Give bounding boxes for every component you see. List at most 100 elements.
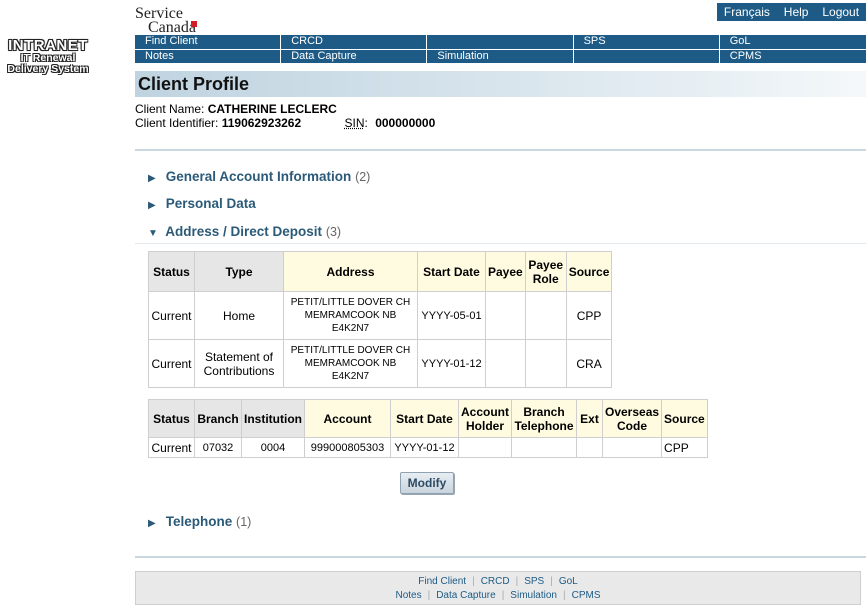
menu-sps[interactable]: SPS <box>574 35 720 49</box>
cell-start-date: YYYY-01-12 <box>417 339 486 388</box>
logout-link[interactable]: Logout <box>822 3 859 21</box>
cell-overseas-code <box>601 437 663 458</box>
sin-colon: : <box>364 116 368 130</box>
address-line-3: E4K2N7 <box>331 371 370 382</box>
cell-account-holder <box>458 437 512 458</box>
footer-cpms[interactable]: CPMS <box>572 590 601 601</box>
section-personal-data[interactable]: ▶ Personal Data <box>148 196 256 211</box>
cell-branch-telephone <box>511 437 577 458</box>
intranet-logo-title: INTRANET <box>8 37 88 54</box>
intranet-logo-line3: Delivery System <box>7 63 89 75</box>
footer-row-2: Notes | Data Capture | Simulation | CPMS <box>136 589 860 603</box>
client-info: Client Name: CATHERINE LECLERC Client Id… <box>135 102 435 130</box>
menu-simulation[interactable]: Simulation <box>427 50 574 63</box>
address-line-1: PETIT/LITTLE DOVER CH <box>290 297 411 308</box>
col-payee: Payee <box>485 251 526 292</box>
menu-data-capture[interactable]: Data Capture <box>281 50 428 63</box>
collapse-arrow-icon: ▼ <box>148 228 158 239</box>
footer-data-capture[interactable]: Data Capture <box>436 590 495 601</box>
cell-address: PETIT/LITTLE DOVER CH MEMRAMCOOK NB E4K2… <box>283 291 418 340</box>
sin-label: SIN <box>344 116 365 130</box>
section-address-count: (3) <box>325 225 342 239</box>
footer-separator: | <box>501 590 505 601</box>
menu-notes[interactable]: Notes <box>135 50 282 63</box>
col-source: Source <box>661 399 708 438</box>
section-personal-label: Personal Data <box>165 196 256 211</box>
cell-payee <box>485 339 526 388</box>
menu-crcd[interactable]: CRCD <box>281 35 428 49</box>
section-general-account[interactable]: ▶ General Account Information (2) <box>148 169 370 184</box>
expand-arrow-icon: ▶ <box>148 518 156 529</box>
footer-crcd[interactable]: CRCD <box>481 576 510 587</box>
main-menu-row-1: Find Client CRCD SPS GoL <box>135 35 866 49</box>
col-overseas-code: Overseas Code <box>601 399 663 438</box>
expand-arrow-icon: ▶ <box>148 173 156 184</box>
cell-source: CPP <box>565 291 613 340</box>
sin-value: 000000000 <box>375 116 436 130</box>
col-start-date: Start Date <box>417 251 486 292</box>
client-id: 119062923262 <box>221 116 302 130</box>
footer-row-1: Find Client | CRCD | SPS | GoL <box>136 575 860 589</box>
main-menu-row-2: Notes Data Capture Simulation CPMS <box>135 49 866 63</box>
col-source: Source <box>565 251 613 292</box>
col-branch: Branch <box>194 399 242 438</box>
cell-type: Home <box>194 291 284 340</box>
section-general-label: General Account Information <box>165 169 352 184</box>
client-id-label: Client Identifier: <box>135 116 219 130</box>
footer-separator: | <box>427 590 431 601</box>
table-row[interactable]: Current Statement of Contributions PETIT… <box>148 339 613 388</box>
canada-flag-icon <box>191 21 197 27</box>
section-telephone[interactable]: ▶ Telephone (1) <box>148 514 251 529</box>
help-link[interactable]: Help <box>784 3 809 21</box>
menu-cpms[interactable]: CPMS <box>720 50 866 63</box>
footer-separator: | <box>563 590 566 601</box>
cell-source: CRA <box>565 339 613 388</box>
section-address-deposit[interactable]: ▼ Address / Direct Deposit (3) <box>148 224 341 239</box>
col-status: Status <box>148 251 195 292</box>
menu-gol[interactable]: GoL <box>720 35 866 49</box>
col-branch-telephone: Branch Telephone <box>511 399 577 438</box>
footer-separator: | <box>550 576 553 587</box>
client-name-label: Client Name: <box>135 102 205 116</box>
cell-type: Statement of Contributions <box>194 339 284 388</box>
footer-simulation[interactable]: Simulation <box>510 590 557 601</box>
main-menu: Find Client CRCD SPS GoL Notes Data Capt… <box>135 35 866 63</box>
footer-find-client[interactable]: Find Client <box>418 576 466 587</box>
address-line-3: E4K2N7 <box>331 323 370 334</box>
table-row[interactable]: Current 07032 0004 999000805303 YYYY-01-… <box>148 437 708 458</box>
table-row[interactable]: Current Home PETIT/LITTLE DOVER CH MEMRA… <box>148 291 613 340</box>
expand-arrow-icon: ▶ <box>148 200 156 211</box>
address-line-1: PETIT/LITTLE DOVER CH <box>290 345 411 356</box>
modify-button[interactable]: Modify <box>400 472 454 494</box>
col-account-holder: Account Holder <box>458 399 512 438</box>
divider-bottom <box>135 556 866 558</box>
col-payee-role: Payee Role <box>524 251 567 292</box>
col-account: Account <box>304 399 391 438</box>
section-telephone-count: (1) <box>236 515 252 529</box>
menu-empty-1 <box>427 35 574 49</box>
cell-account: 999000805303 <box>304 437 391 458</box>
footer-sps[interactable]: SPS <box>524 576 544 587</box>
cell-status: Current <box>148 291 195 340</box>
service-canada-logo: Service Canada <box>135 5 205 36</box>
footer-separator: | <box>472 576 475 587</box>
cell-address: PETIT/LITTLE DOVER CH MEMRAMCOOK NB E4K2… <box>283 339 418 388</box>
francais-link[interactable]: Français <box>724 3 770 21</box>
menu-find-client[interactable]: Find Client <box>135 35 282 49</box>
address-table-header: Status Type Address Start Date Payee Pay… <box>148 251 613 292</box>
footer-gol[interactable]: GoL <box>559 576 578 587</box>
cell-source: CPP <box>661 437 708 458</box>
address-table: Status Type Address Start Date Payee Pay… <box>148 251 613 388</box>
client-name: CATHERINE LECLERC <box>207 102 337 116</box>
direct-deposit-table: Status Branch Institution Account Start … <box>148 399 708 458</box>
address-line-2: MEMRAMCOOK NB <box>304 358 397 369</box>
cell-branch: 07032 <box>194 437 242 458</box>
section-separator <box>135 243 866 244</box>
cell-start-date: YYYY-05-01 <box>417 291 486 340</box>
cell-status: Current <box>148 339 195 388</box>
address-line-2: MEMRAMCOOK NB <box>304 310 397 321</box>
footer-notes[interactable]: Notes <box>395 590 421 601</box>
col-institution: Institution <box>241 399 305 438</box>
cell-ext <box>576 437 603 458</box>
footer-separator: | <box>515 576 519 587</box>
